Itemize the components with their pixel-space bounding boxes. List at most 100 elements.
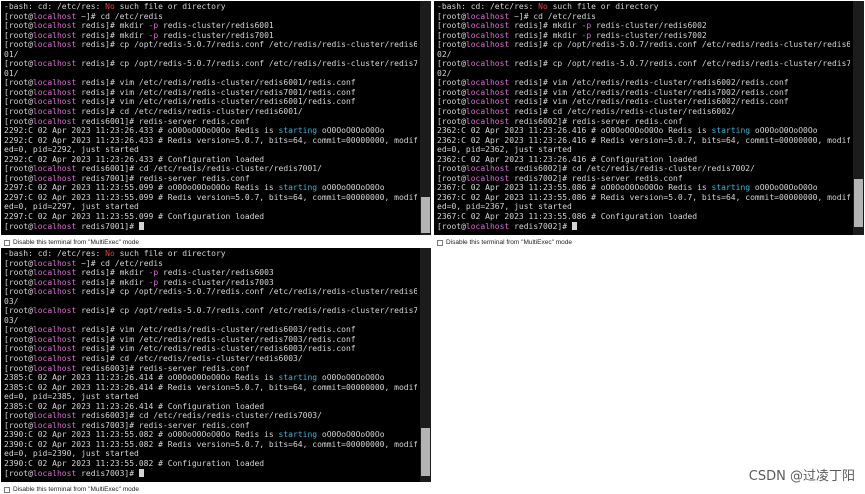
terminal-line: 2297:C 02 Apr 2023 11:23:55.099 # oO0OoO… [4, 183, 417, 193]
terminal-line: [root@localhost redis7003]# [4, 468, 417, 479]
terminal-line: [root@localhost redis]# vim /etc/redis/r… [437, 88, 850, 98]
terminal-line: [root@localhost redis]# cp /opt/redis-5.… [4, 40, 417, 50]
terminal-text: redis6003]# redis-server redis.conf [76, 363, 250, 373]
terminal-text: [root@ [4, 344, 33, 354]
multiexec-checkbox[interactable] [437, 239, 443, 246]
terminal-text: [root@ [4, 173, 33, 183]
multiexec-checkbox[interactable] [4, 239, 10, 246]
terminal-text: localhost [465, 21, 510, 31]
terminal-line: [root@localhost redis]# cp /opt/redis-5.… [437, 59, 850, 69]
scrollbar-thumb[interactable] [421, 197, 430, 233]
terminal-text: ed=0, pid=2292, just started [4, 145, 139, 155]
multiexec-toggle[interactable]: Disable this terminal from "MultiExec" m… [4, 238, 139, 247]
terminal-line: 2390:C 02 Apr 2023 11:23:55.082 # Redis … [4, 440, 417, 450]
terminal-text: localhost [465, 97, 510, 107]
terminal-text: redis]# vim /etc/redis/redis-cluster/red… [509, 97, 789, 107]
terminal-text: redis]# vim /etc/redis/redis-cluster/red… [509, 78, 789, 88]
terminal-line: ed=0, pid=2362, just started [437, 145, 850, 155]
terminal-text: 2292:C 02 Apr 2023 11:23:26.433 # oO0OoO… [4, 126, 279, 136]
terminal-pane-2[interactable]: -bash: cd: /etc/res: No such file or dir… [434, 1, 864, 235]
terminal-text: ed=0, pid=2297, just started [4, 202, 139, 212]
terminal-text: redis]# vim /etc/redis/redis-cluster/red… [76, 344, 356, 354]
terminal-text: redis6003]# cd /etc/redis/redis-cluster/… [76, 411, 322, 421]
terminal-text: ed=0, pid=2385, just started [4, 392, 139, 402]
scrollbar-thumb[interactable] [854, 179, 863, 227]
terminal-text: [root@ [4, 78, 33, 88]
terminal-text: [root@ [4, 59, 33, 69]
terminal-text: redis-cluster/redis6003 [158, 268, 274, 278]
terminal-text: [root@ [4, 411, 33, 421]
terminal-text: localhost [32, 268, 77, 278]
terminal-text: ~]# cd /etc/redis [76, 11, 163, 21]
terminal-text: localhost [465, 78, 510, 88]
terminal-line: 2297:C 02 Apr 2023 11:23:55.099 # Config… [4, 212, 417, 222]
terminal-text: [root@ [4, 21, 33, 31]
terminal-text: localhost [32, 287, 77, 297]
terminal-text: -p [581, 21, 592, 31]
terminal-text: localhost [465, 59, 510, 69]
terminal-text: redis]# cd /etc/redis/redis-cluster/redi… [76, 107, 303, 117]
terminal-text: 2385:C 02 Apr 2023 11:23:26.414 # oO0OoO… [4, 373, 279, 383]
terminal-pane-3[interactable]: -bash: cd: /etc/res: No such file or dir… [1, 248, 431, 482]
terminal-line: 2385:C 02 Apr 2023 11:23:26.414 # Config… [4, 402, 417, 412]
terminal-text: 03/ [4, 315, 19, 325]
terminal-text: redis7003]# [76, 468, 139, 478]
terminal-text: redis6001]# redis-server redis.conf [76, 116, 250, 126]
terminal-text: redis]# vim /etc/redis/redis-cluster/red… [76, 87, 356, 97]
terminal-text: [root@ [4, 325, 33, 335]
terminal-line: -bash: cd: /etc/res: No such file or dir… [4, 249, 417, 259]
terminal-text: redis]# mkdir [76, 277, 149, 287]
multiexec-checkbox[interactable] [4, 486, 10, 493]
terminal-text: localhost [465, 40, 510, 50]
terminal-cursor [138, 468, 144, 477]
terminal-text: starting [711, 126, 751, 136]
terminal-scrollbar[interactable] [420, 1, 431, 235]
terminal-text: starting [711, 183, 751, 193]
terminal-text: redis]# cp /opt/redis-5.0.7/redis.conf /… [509, 59, 850, 69]
terminal-line: [root@localhost redis7001]# redis-server… [4, 174, 417, 184]
terminal-text: [root@ [4, 87, 33, 97]
terminal-line: 02/ [437, 69, 850, 79]
terminal-text: redis]# mkdir [76, 21, 149, 31]
terminal-line: 2367:C 02 Apr 2023 11:23:55.086 # oO0OoO… [437, 183, 850, 193]
terminal-line: 2292:C 02 Apr 2023 11:23:26.433 # Config… [4, 155, 417, 165]
terminal-text: -p [148, 30, 159, 40]
terminal-line: [root@localhost redis]# cd /etc/redis/re… [4, 354, 417, 364]
terminal-text: redis]# mkdir [76, 268, 149, 278]
terminal-text: 2367:C 02 Apr 2023 11:23:55.086 # oO0OoO… [437, 183, 712, 193]
terminal-text: localhost [32, 334, 77, 344]
terminal-text: [root@ [437, 21, 466, 31]
terminal-text: [root@ [437, 173, 466, 183]
terminal-line: ed=0, pid=2297, just started [4, 202, 417, 212]
terminal-text: localhost [465, 87, 510, 97]
terminal-scrollbar[interactable] [853, 1, 864, 235]
terminal-text: oO0OoO0OoO0Oo [317, 373, 385, 383]
terminal-text: redis]# cp /opt/redis-5.0.7/redis.conf /… [76, 287, 417, 297]
terminal-text: localhost [32, 107, 77, 117]
terminal-text: localhost [32, 40, 77, 50]
terminal-pane-1[interactable]: -bash: cd: /etc/res: No such file or dir… [1, 1, 431, 235]
terminal-line: [root@localhost redis]# vim /etc/redis/r… [4, 78, 417, 88]
terminal-text: localhost [32, 78, 77, 88]
terminal-scrollbar[interactable] [420, 248, 431, 482]
terminal-text: localhost [32, 363, 77, 373]
terminal-text: localhost [32, 221, 77, 231]
terminal-line: [root@localhost ~]# cd /etc/redis [4, 259, 417, 269]
terminal-cursor [138, 221, 144, 230]
terminal-text: [root@ [437, 87, 466, 97]
terminal-text: redis]# mkdir [76, 30, 149, 40]
terminal-text: ~]# cd /etc/redis [509, 11, 596, 21]
terminal-line: [root@localhost redis7003]# redis-server… [4, 421, 417, 431]
multiexec-toggle[interactable]: Disable this terminal from "MultiExec" m… [437, 238, 572, 247]
terminal-line: [root@localhost redis]# vim /etc/redis/r… [437, 97, 850, 107]
terminal-line: 2367:C 02 Apr 2023 11:23:55.086 # Redis … [437, 193, 850, 203]
terminal-text: ~]# cd /etc/redis [76, 258, 163, 268]
terminal-text: 01/ [4, 68, 19, 78]
terminal-line: [root@localhost redis]# vim /etc/redis/r… [4, 325, 417, 335]
terminal-text: redis]# mkdir [509, 30, 582, 40]
terminal-line: 2390:C 02 Apr 2023 11:23:55.082 # Config… [4, 459, 417, 469]
terminal-line: [root@localhost redis7002]# redis-server… [437, 174, 850, 184]
scrollbar-thumb[interactable] [421, 428, 430, 476]
terminal-line: 02/ [437, 50, 850, 60]
terminal-text: redis]# vim /etc/redis/redis-cluster/red… [76, 97, 356, 107]
